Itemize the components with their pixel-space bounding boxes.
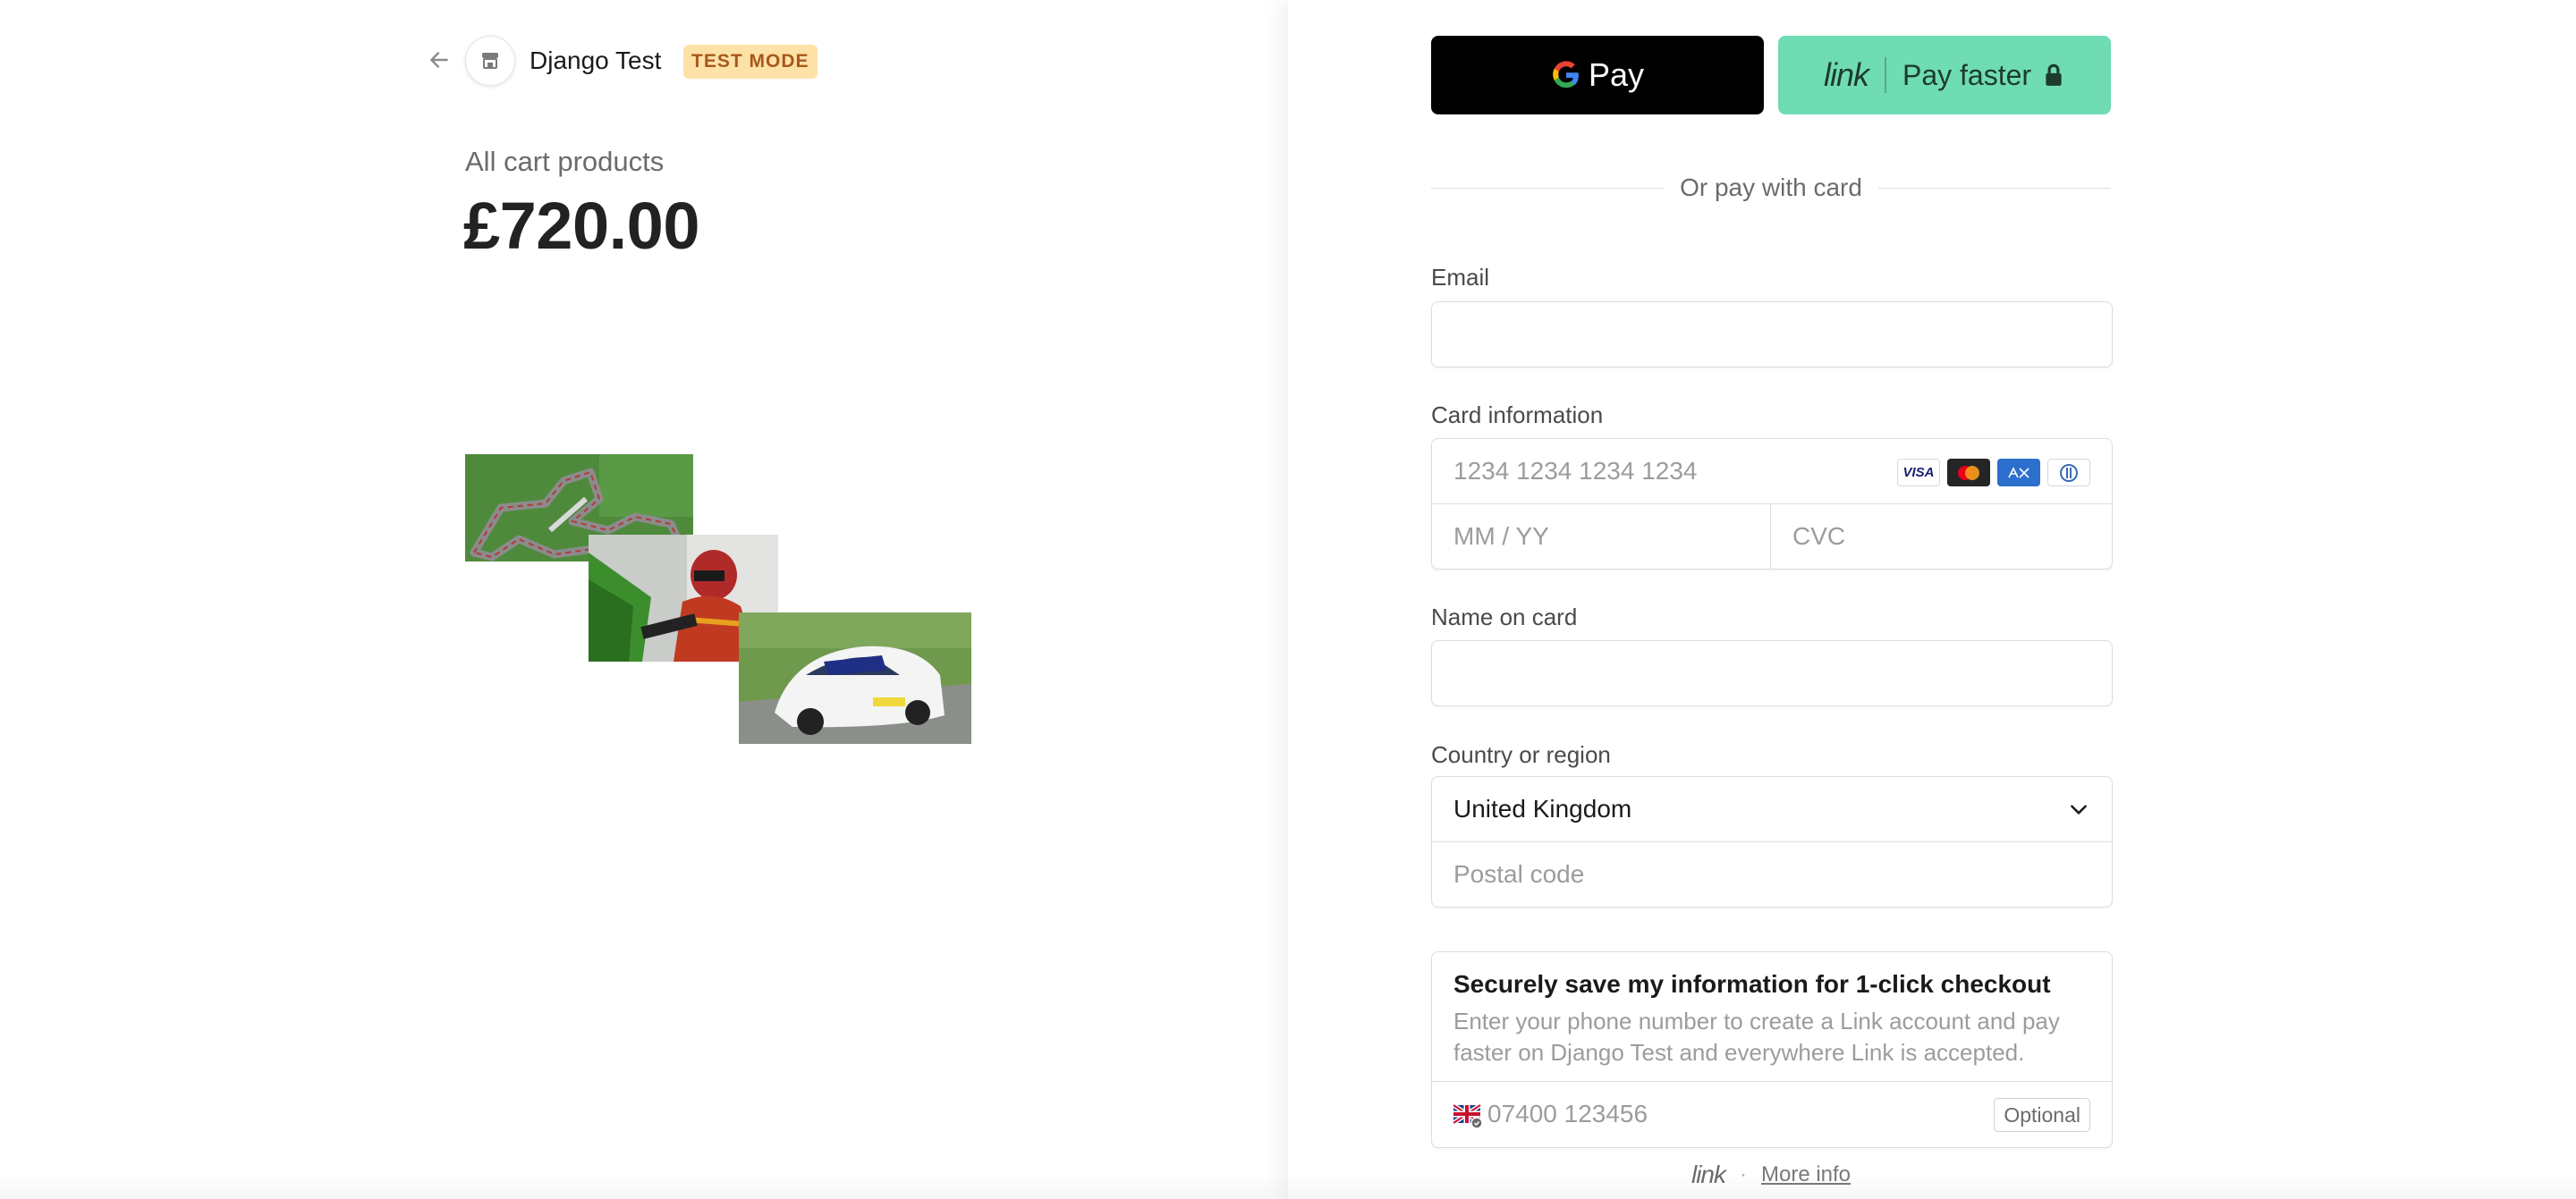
link-save-info-box: Securely save my information for 1-click…: [1431, 951, 2113, 1148]
amex-icon: [1997, 459, 2040, 486]
visa-icon: VISA: [1897, 459, 1940, 486]
merchant-avatar: [465, 36, 515, 86]
test-mode-badge: TEST MODE: [683, 45, 818, 79]
payment-pane: Pay link Pay faster Or pay with card Ema…: [1288, 0, 2576, 1199]
postal-code-field[interactable]: [1432, 842, 2112, 907]
email-field[interactable]: [1431, 301, 2113, 367]
merchant-name: Django Test: [530, 46, 662, 74]
footer-separator: ·: [1739, 1162, 1747, 1186]
product-image-car: [739, 612, 971, 744]
link-footer-logo: link: [1690, 1161, 1726, 1188]
divider-line-right: [1877, 187, 2112, 189]
store-icon: [482, 53, 498, 69]
more-info-link[interactable]: More info: [1761, 1162, 1851, 1187]
google-g-icon: [1553, 61, 1579, 89]
email-label: Email: [1431, 264, 1490, 291]
card-information-group: VISA: [1431, 438, 2113, 570]
diners-icon: [2047, 459, 2090, 486]
link-logo: link: [1823, 56, 1869, 93]
phone-row: Optional: [1432, 1081, 2112, 1147]
back-button[interactable]: [424, 45, 454, 75]
order-summary-pane: Django Test TEST MODE All cart products …: [0, 0, 1288, 1199]
link-divider: [1884, 57, 1886, 93]
name-on-card-label: Name on card: [1431, 604, 1578, 630]
address-group: United Kingdom: [1431, 776, 2113, 908]
link-footer: link · More info: [1431, 1159, 2111, 1191]
country-label: Country or region: [1431, 741, 1611, 768]
cart-label: All cart products: [465, 146, 665, 177]
lock-icon: [2046, 63, 2062, 86]
link-pay-button[interactable]: link Pay faster: [1778, 36, 2111, 114]
card-info-label: Card information: [1431, 401, 1604, 428]
link-pay-label: Pay faster: [1902, 58, 2032, 91]
country-select[interactable]: United Kingdom: [1432, 777, 2112, 842]
cart-total: £720.00: [463, 189, 700, 263]
country-value: United Kingdom: [1453, 795, 1632, 823]
phone-number-field[interactable]: [1487, 1082, 1953, 1146]
card-brand-icons: VISA: [1897, 459, 2090, 486]
uk-flag-icon: [1453, 1103, 1482, 1128]
divider-line-left: [1431, 187, 1665, 189]
name-on-card-field[interactable]: [1431, 640, 2113, 706]
chevron-down-icon: [2071, 805, 2087, 815]
expiry-field[interactable]: [1432, 504, 1771, 569]
google-pay-label: Pay: [1588, 56, 1645, 93]
mastercard-icon: [1947, 459, 1990, 486]
optional-badge: Optional: [1994, 1098, 2090, 1132]
or-divider: Or pay with card: [1431, 170, 2112, 206]
save-info-description: Enter your phone number to create a Link…: [1453, 1008, 2060, 1066]
or-pay-with-card-text: Or pay with card: [1680, 173, 1862, 201]
arrow-left-icon: [430, 52, 448, 68]
cvc-field[interactable]: [1771, 504, 2112, 569]
google-pay-button[interactable]: Pay: [1431, 36, 1764, 114]
save-info-title: Securely save my information for 1-click…: [1453, 970, 2051, 998]
